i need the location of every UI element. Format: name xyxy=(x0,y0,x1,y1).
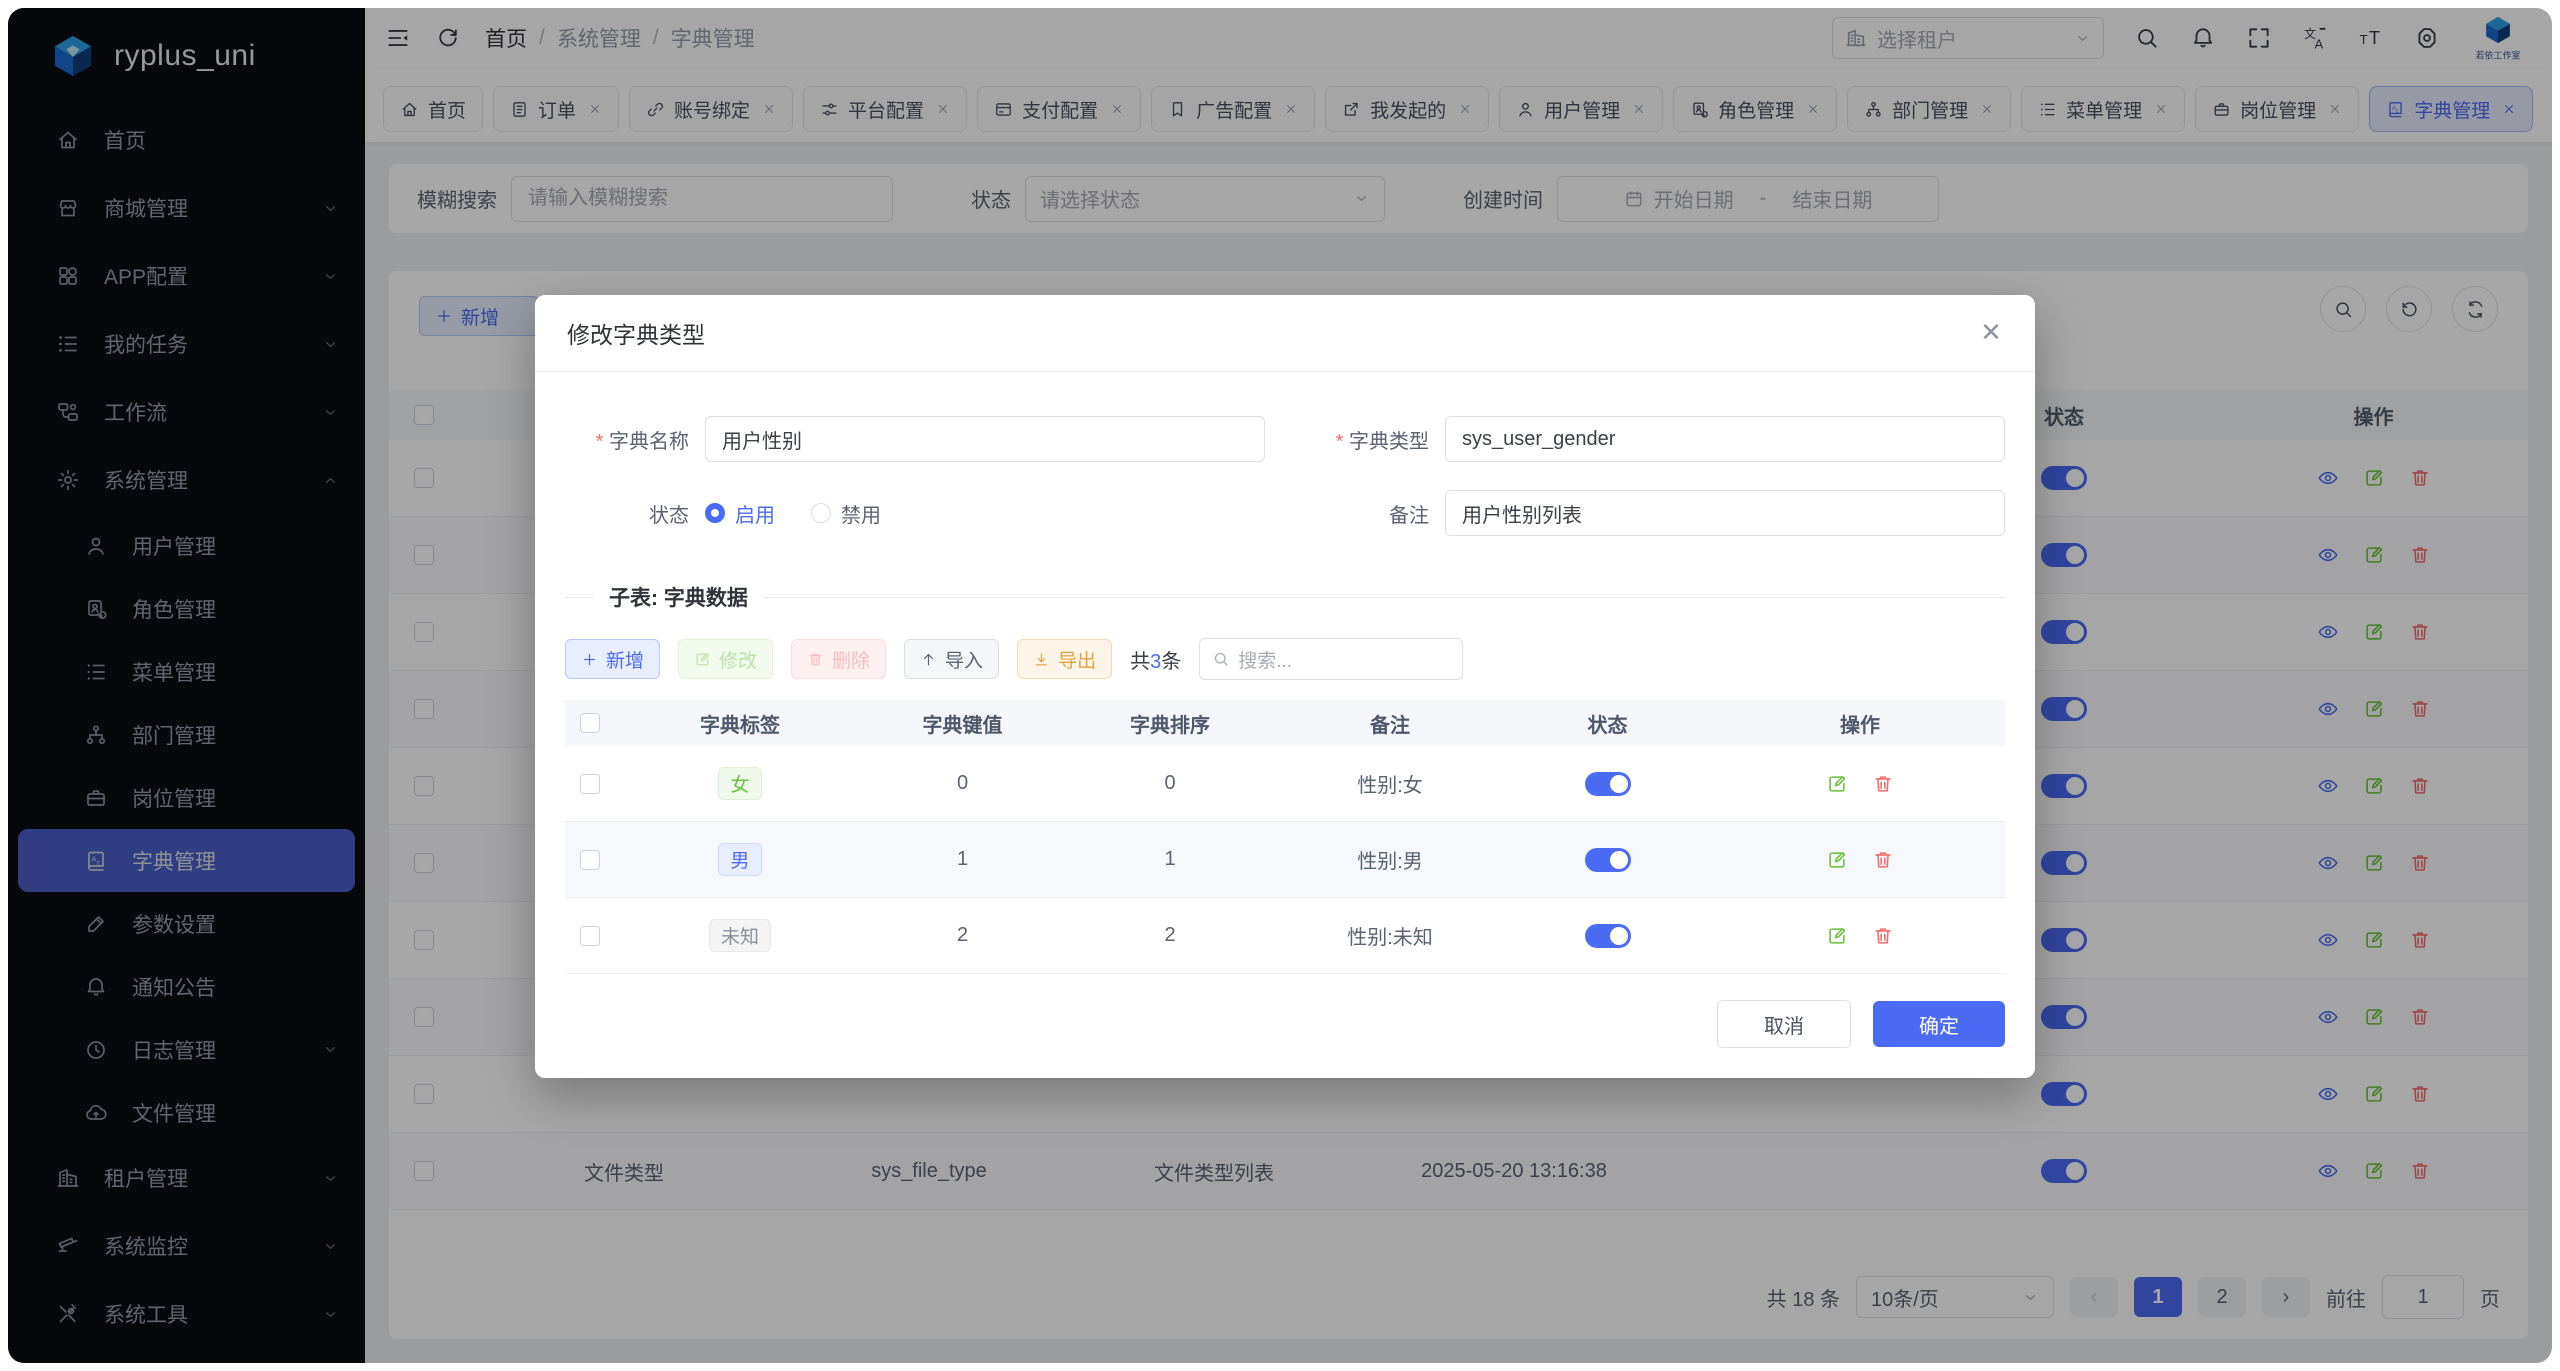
remark-label: 备注 xyxy=(1305,499,1429,528)
dict-name-label: 字典名称 xyxy=(565,425,689,454)
dict-table-header-row: 字典标签字典键值字典排序备注状态操作 xyxy=(565,700,2005,746)
dict-edit-button[interactable]: 修改 xyxy=(678,639,773,679)
divider xyxy=(764,597,2005,598)
subtable-section-header: 子表: 字典数据 xyxy=(565,582,2005,612)
edit-icon xyxy=(1826,773,1848,795)
dict-column-header: 操作 xyxy=(1715,700,2005,746)
dict-exp-button[interactable]: 导出 xyxy=(1017,639,1112,679)
screen: ryplus_uni 首页 商城管理 APP配置 我的任务 工作流 系统管理 用… xyxy=(0,0,2560,1371)
delete-icon xyxy=(1872,773,1894,795)
dict-sort-cell: 0 xyxy=(1060,746,1280,822)
dict-add-button[interactable]: 新增 xyxy=(565,639,660,679)
arrow-up-icon xyxy=(920,651,937,668)
dict-name-input[interactable]: 用户性别 xyxy=(705,416,1265,462)
status-label: 状态 xyxy=(565,499,689,528)
edit-dict-type-modal: 修改字典类型 ✕ 字典名称 用户性别 字典类型 sys_user_gender … xyxy=(535,295,2035,1078)
modal-footer: 取消 确定 xyxy=(535,1000,2035,1078)
modal-body: 字典名称 用户性别 字典类型 sys_user_gender 状态 启用 禁用 … xyxy=(535,372,2035,1000)
download-icon xyxy=(1033,651,1050,668)
plus-icon xyxy=(581,651,598,668)
dict-column-header: 备注 xyxy=(1280,700,1500,746)
dict-type-group: 字典类型 sys_user_gender xyxy=(1305,416,2005,462)
dict-label-tag: 未知 xyxy=(709,919,771,952)
status-toggle[interactable] xyxy=(1585,772,1631,796)
dict-del-button[interactable]: 删除 xyxy=(791,639,886,679)
dict-name-group: 字典名称 用户性别 xyxy=(565,416,1265,462)
status-toggle[interactable] xyxy=(1585,924,1631,948)
delete-icon xyxy=(1872,925,1894,947)
record-count: 共3条 xyxy=(1130,645,1181,674)
edit-icon xyxy=(1826,925,1848,947)
delete-icon xyxy=(1872,849,1894,871)
trash-icon xyxy=(807,651,824,668)
search-icon xyxy=(1212,650,1230,668)
dict-imp-button[interactable]: 导入 xyxy=(904,639,999,679)
dict-column-header: 字典排序 xyxy=(1060,700,1280,746)
status-toggle[interactable] xyxy=(1585,848,1631,872)
dict-value-cell: 2 xyxy=(865,898,1060,974)
subtable-title: 子表: 字典数据 xyxy=(609,582,748,612)
dict-table-row: 男 1 1 性别:男 xyxy=(565,822,2005,898)
row-checkbox[interactable] xyxy=(580,926,600,946)
select-all-checkbox[interactable] xyxy=(580,713,600,733)
dict-sort-cell: 1 xyxy=(1060,822,1280,898)
edit-icon xyxy=(1826,849,1848,871)
dict-table-row: 女 0 0 性别:女 xyxy=(565,746,2005,822)
dict-column-header: 字典标签 xyxy=(615,700,865,746)
close-icon[interactable]: ✕ xyxy=(1979,321,2003,345)
dict-toolbar: 新增 修改 删除 导入 导出 共3条 搜索... xyxy=(565,638,2005,680)
dict-column-header: 字典键值 xyxy=(865,700,1060,746)
dict-sort-cell: 2 xyxy=(1060,898,1280,974)
dict-table-row: 未知 2 2 性别:未知 xyxy=(565,898,2005,974)
dict-value-cell: 1 xyxy=(865,822,1060,898)
dict-remark-cell: 性别:女 xyxy=(1280,746,1500,822)
row-checkbox[interactable] xyxy=(580,850,600,870)
remark-group: 备注 用户性别列表 xyxy=(1305,490,2005,536)
dict-search-input[interactable]: 搜索... xyxy=(1199,638,1463,680)
status-group: 状态 启用 禁用 xyxy=(565,490,1265,536)
dict-type-label: 字典类型 xyxy=(1305,425,1429,454)
dict-form: 字典名称 用户性别 字典类型 sys_user_gender 状态 启用 禁用 … xyxy=(565,416,2005,536)
remark-input[interactable]: 用户性别列表 xyxy=(1445,490,2005,536)
row-checkbox[interactable] xyxy=(580,774,600,794)
dict-column-header: 状态 xyxy=(1500,700,1715,746)
dict-label-tag: 男 xyxy=(718,843,761,876)
modal-title: 修改字典类型 xyxy=(567,316,705,350)
radio-dot-icon xyxy=(705,503,725,523)
confirm-button[interactable]: 确定 xyxy=(1873,1001,2005,1047)
status-radios: 启用 禁用 xyxy=(705,499,881,528)
dict-type-input[interactable]: sys_user_gender xyxy=(1445,416,2005,462)
dict-remark-cell: 性别:男 xyxy=(1280,822,1500,898)
edit-icon xyxy=(694,651,711,668)
dict-value-cell: 0 xyxy=(865,746,1060,822)
radio-dot-icon xyxy=(811,503,831,523)
status-radio-1[interactable]: 禁用 xyxy=(811,499,881,528)
status-radio-0[interactable]: 启用 xyxy=(705,499,775,528)
modal-header: 修改字典类型 ✕ xyxy=(535,295,2035,372)
dict-remark-cell: 性别:未知 xyxy=(1280,898,1500,974)
divider xyxy=(565,597,593,598)
cancel-button[interactable]: 取消 xyxy=(1717,1000,1851,1048)
dict-label-tag: 女 xyxy=(718,767,761,800)
dict-data-table: 字典标签字典键值字典排序备注状态操作 女 0 0 性别:女 男 1 1 性别:男… xyxy=(565,700,2005,974)
